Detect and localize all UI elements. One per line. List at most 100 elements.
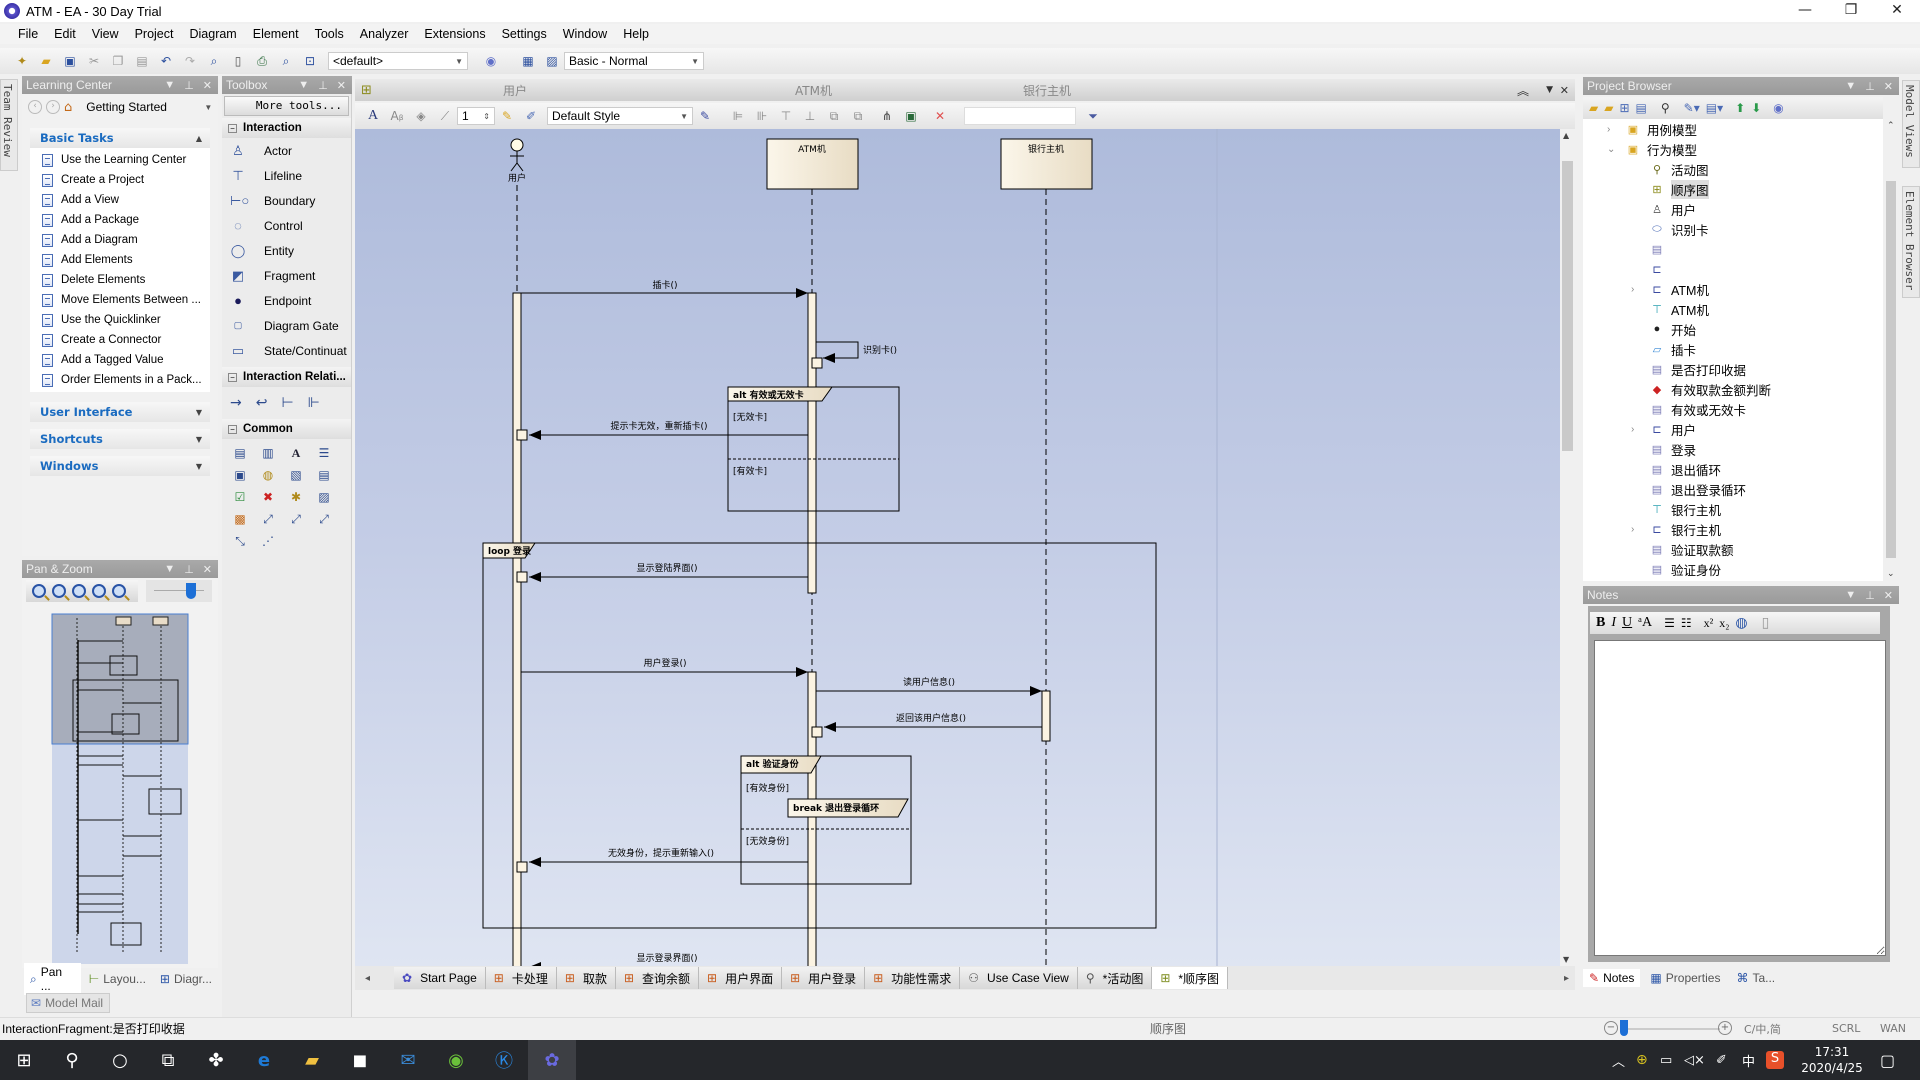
close-icon[interactable]: ✕ [1884,80,1893,93]
file-explorer-icon[interactable]: ▰ [288,1040,336,1080]
numbered-list-icon[interactable]: ☷ [1681,616,1692,631]
new-file-icon[interactable]: ✦ [13,52,31,70]
redo-icon[interactable]: ↷ [181,52,199,70]
expand-toggle-icon[interactable]: › [1631,424,1641,435]
task-item[interactable]: Order Elements in a Pack... [30,370,210,390]
search-diagram-icon[interactable]: ⊡ [301,52,319,70]
scrollbar-thumb[interactable] [1562,161,1573,451]
artifact-icon[interactable]: ▥ [260,445,276,461]
diagram-overview[interactable] [22,604,218,964]
pin-icon[interactable]: ⊥ [1865,589,1875,602]
filter-input[interactable] [964,107,1076,125]
task-item[interactable]: Add Elements [30,250,210,270]
change-icon[interactable]: ✱ [288,489,304,505]
task-item[interactable]: Add a Package [30,210,210,230]
volume-muted-icon[interactable]: ◁× [1684,1053,1705,1068]
message-arrow-icon[interactable]: → [230,395,242,411]
workspace-combo[interactable]: <default> ▼ [328,52,468,70]
task-view-icon[interactable]: ⧉ [144,1040,192,1080]
close-icon[interactable]: ✕ [203,563,212,576]
tree-item[interactable]: ♙ 用户 [1583,199,1883,219]
tree-item[interactable]: ▤ [1583,239,1883,259]
tree-item[interactable]: ▤ 验证取款额 [1583,539,1883,559]
dependency-icon[interactable]: ⤢ [260,511,276,527]
find-icon[interactable]: ⚲ [1661,101,1670,115]
task-item[interactable]: Add a Tagged Value [30,350,210,370]
find-icon[interactable]: ⌕ [205,52,223,70]
note-link-icon[interactable]: ⋰ [260,533,276,549]
toolbox-item-lifeline[interactable]: ⊤ Lifeline [222,163,351,188]
tree-item[interactable]: ▤ 有效或无效卡 [1583,399,1883,419]
format-painter-icon[interactable]: ✎ [498,107,516,125]
scroll-down-icon[interactable]: ⌄ [1887,569,1895,579]
pin-icon[interactable]: ⊥ [184,563,194,576]
paste-icon[interactable]: ▤ [133,52,151,70]
zoom-out-icon[interactable] [52,584,66,598]
model-mail-tab[interactable]: ✉ Model Mail [26,993,110,1013]
section-shortcuts[interactable]: Shortcuts ▼ [30,429,210,449]
help-icon[interactable]: ◉ [1773,101,1783,115]
menu-diagram[interactable]: Diagram [189,27,236,41]
tab-pan-zoom[interactable]: ⌕ Pan ... [24,963,81,995]
cortana-icon[interactable]: ○ [96,1040,144,1080]
home-icon[interactable]: ⌂ [64,100,72,115]
status-zoom-thumb[interactable] [1620,1020,1628,1036]
requirement-icon[interactable]: ▤ [316,467,332,483]
learning-nav-combo[interactable]: Getting Started ▼ [82,98,216,116]
lifeline-header-user[interactable]: 用户 [503,82,527,99]
tree-item[interactable]: › ⊏ ATM机 [1583,279,1883,299]
tree-item[interactable]: ▤ 退出循环 [1583,459,1883,479]
tree-item[interactable]: ▤ 是否打印收据 [1583,359,1883,379]
legend-icon[interactable]: ▣ [232,467,248,483]
zoom-fit-icon[interactable] [72,584,86,598]
status-zoom-slider[interactable] [1620,1028,1720,1030]
forward-icon[interactable]: › [46,100,60,114]
document-artifact-icon[interactable]: ▧ [288,467,304,483]
expand-toggle-icon[interactable]: › [1607,124,1617,135]
font-color-icon[interactable]: Aᵦ [388,107,406,125]
tree-item[interactable]: ⊞ 顺序图 [1583,179,1883,199]
undo-icon[interactable]: ↶ [157,52,175,70]
task-item[interactable]: Delete Elements [30,270,210,290]
tree-item[interactable]: › ⊏ 用户 [1583,419,1883,439]
minimize-button[interactable]: — [1782,0,1828,22]
task-item[interactable]: Add a View [30,190,210,210]
apply-style-icon[interactable]: ✎ [696,107,714,125]
task-item[interactable]: Create a Connector [30,330,210,350]
menu-settings[interactable]: Settings [502,27,547,41]
dropdown-icon[interactable]: ▼ [164,563,175,576]
tab-use-case-view[interactable]: ⚇ Use Case View [960,967,1078,989]
zoom-slider-thumb[interactable] [186,583,196,599]
tree-item[interactable]: ▤ 登录 [1583,439,1883,459]
toolbox-item-state-continuation[interactable]: ▭ State/Continuat [222,338,351,363]
font-icon[interactable]: A [364,107,382,125]
tab-layout[interactable]: ⊢ Layou... [83,970,152,988]
filter-icon[interactable]: ⏷ [1084,107,1102,125]
hyperlink-icon[interactable]: ◍ [260,467,276,483]
same-width-icon[interactable]: ⧉ [825,107,843,125]
edge-icon[interactable]: e [240,1040,288,1080]
mail-icon[interactable]: ✉ [384,1040,432,1080]
tree-item[interactable]: ⊤ ATM机 [1583,299,1883,319]
tab-tagged-values[interactable]: ⌘ Ta... [1730,969,1781,987]
tab-activity[interactable]: ⚲ *活动图 [1077,967,1153,989]
section-basic-tasks[interactable]: Basic Tasks ▲ [30,128,210,148]
tree-item[interactable]: ▤ 退出登录循环 [1583,479,1883,499]
section-windows[interactable]: Windows ▼ [30,456,210,476]
zoom-in-button[interactable]: + [1718,1021,1732,1035]
search-model-icon[interactable]: ⌕ [277,52,295,70]
task-item[interactable]: Move Elements Between ... [30,290,210,310]
ime-language[interactable]: 中 [1742,1051,1755,1070]
menu-project[interactable]: Project [135,27,174,41]
toolbox-item-boundary[interactable]: ⊢○ Boundary [222,188,351,213]
task-item[interactable]: Create a Project [30,170,210,190]
move-down-icon[interactable]: ⬇ [1751,101,1761,115]
trace-icon[interactable]: ⤢ [288,511,304,527]
toolbox-section-common[interactable]: − Common [222,419,351,439]
section-user-interface[interactable]: User Interface ▼ [30,402,210,422]
cut-icon[interactable]: ✂ [85,52,103,70]
fill-color-icon[interactable]: ◈ [412,107,430,125]
dropdown-icon[interactable]: ▼ [1845,589,1856,602]
scroll-up-icon[interactable]: ▲ [1563,131,1569,140]
dropdown-icon[interactable]: ▼ [1546,85,1553,95]
